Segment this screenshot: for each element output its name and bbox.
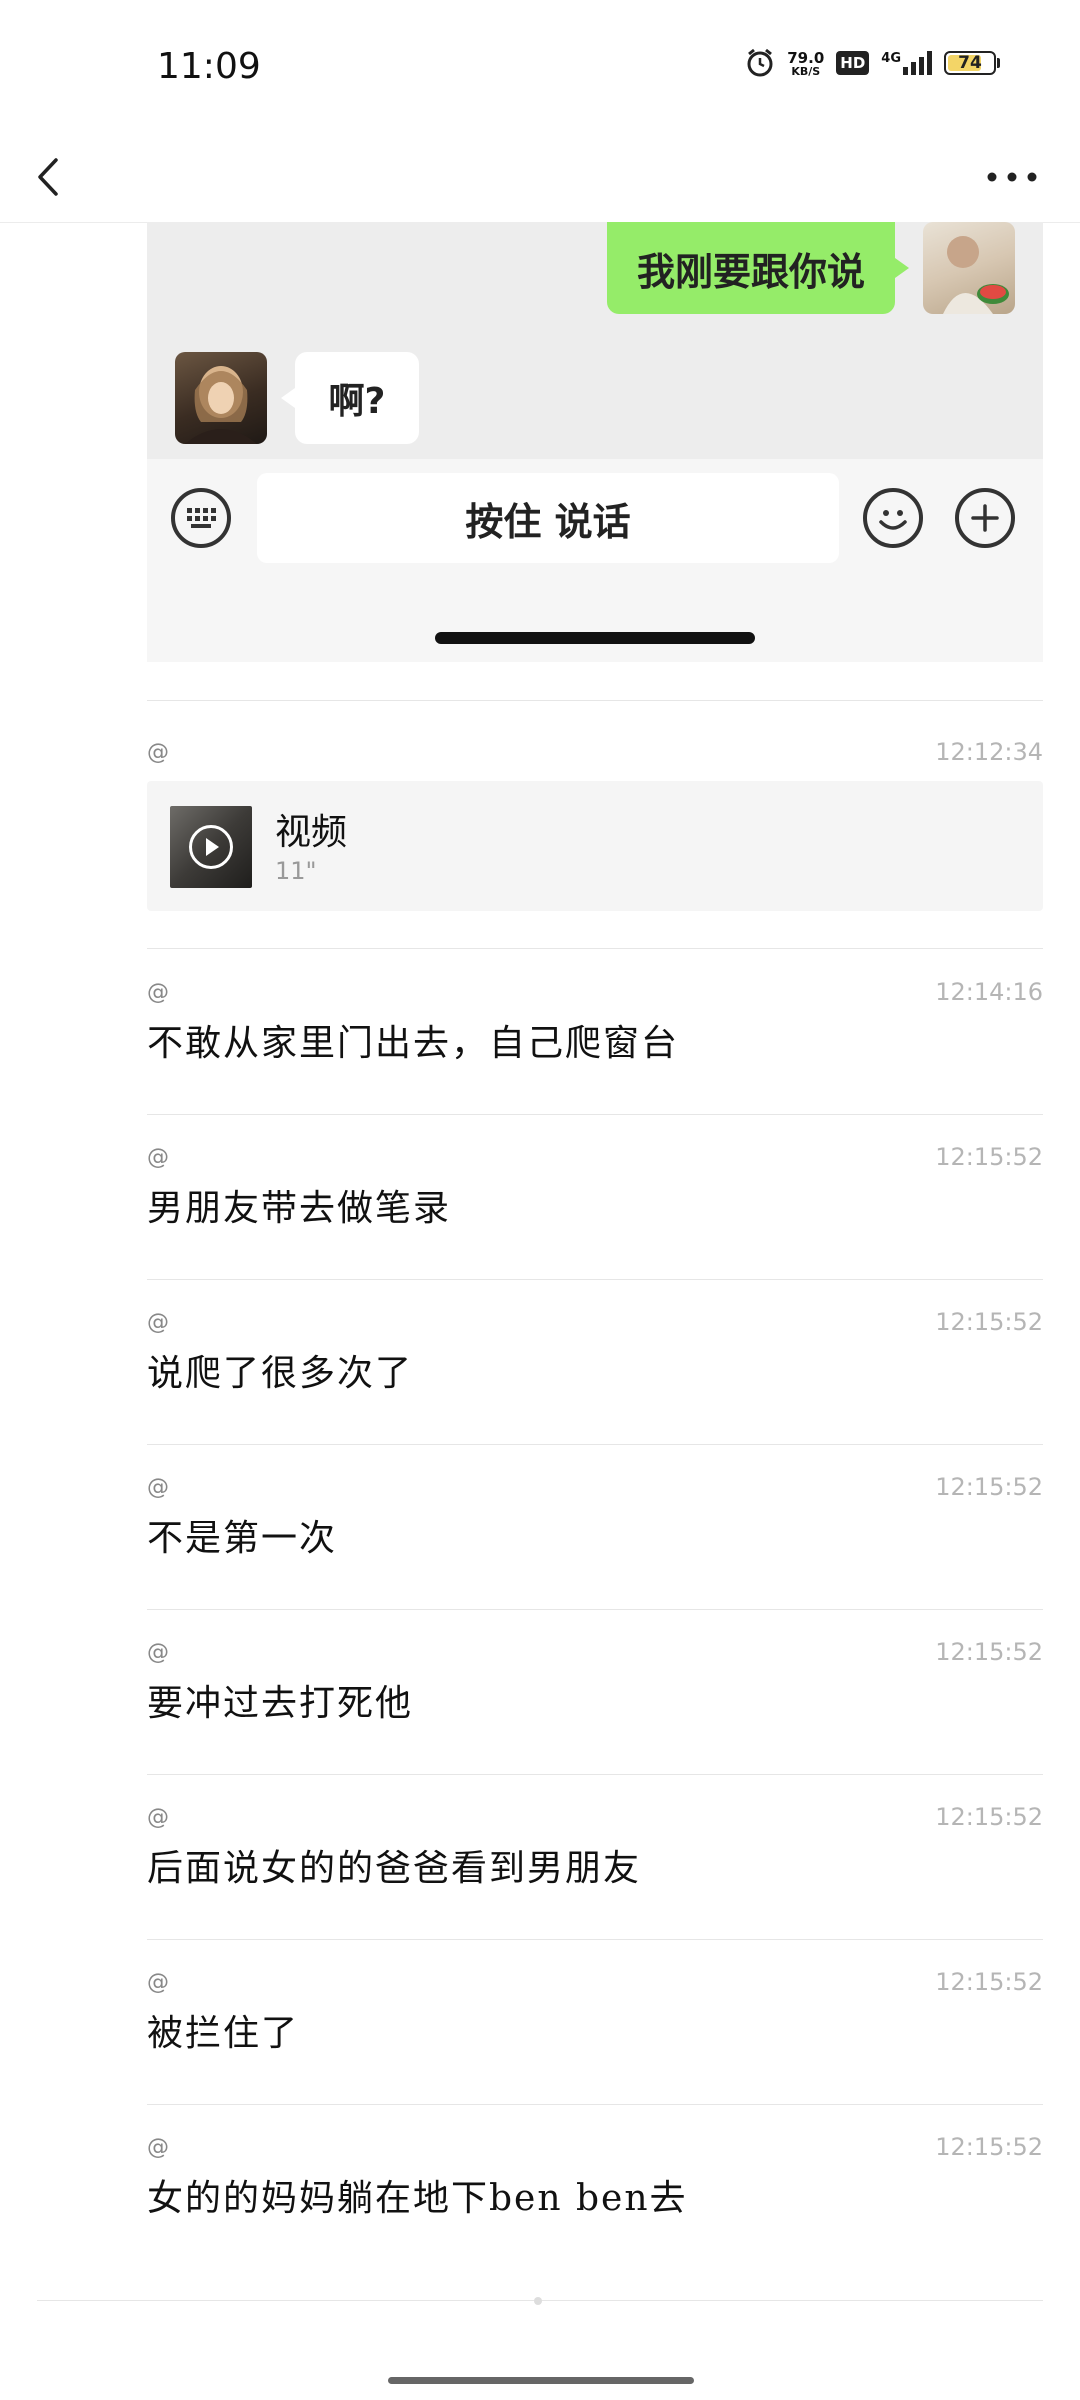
message-text: 不是第一次 [147,1518,338,1559]
chat-bubble-left: 啊? [281,352,419,444]
message-text: 说爬了很多次了 [147,1353,414,1394]
chevron-left-icon [38,158,58,196]
status-icons: 79.0 KB/S HD 4G 74 [745,48,1000,78]
plus-icon [971,504,999,532]
at-mention: @ [147,1970,169,1995]
message-entry: @ 12:15:52 后面说女的的爸爸看到男朋友 [147,1775,1043,1940]
timestamp: 12:15:52 [935,1968,1043,1996]
avatar-left [175,352,267,444]
message-entry: @ 12:15:52 要冲过去打死他 [147,1610,1043,1775]
message-entry: @ 12:15:52 男朋友带去做笔录 [147,1115,1043,1280]
message-entry: @ 12:15:52 被拦住了 [147,1940,1043,2105]
at-mention: @ [147,1805,169,1830]
message-entry: @ 12:15:52 说爬了很多次了 [147,1280,1043,1445]
message-entry: @ 12:15:52 不是第一次 [147,1445,1043,1610]
at-mention: @ [147,740,169,765]
at-mention: @ [147,1475,169,1500]
embedded-chat-screenshot: 我刚要跟你说 啊? 按住 说话 [147,222,1043,662]
network-speed: 79.0 KB/S [787,50,824,77]
video-duration: 11" [275,857,317,885]
at-mention: @ [147,1310,169,1335]
signal-label: 4G [881,51,901,66]
keyboard-button [171,488,231,548]
hd-badge: HD [836,51,870,75]
message-entry: @ 12:14:16 不敢从家里门出去，自己爬窗台 [147,950,1043,1115]
timestamp: 12:15:52 [935,2133,1043,2161]
message-text: 不敢从家里门出去，自己爬窗台 [147,1023,680,1064]
timestamp: 12:15:52 [935,1473,1043,1501]
play-icon [189,825,233,869]
home-indicator[interactable] [388,2377,694,2384]
network-speed-unit: KB/S [791,64,821,78]
timestamp: 12:15:52 [935,1143,1043,1171]
chat-bubble-right: 我刚要跟你说 [606,222,910,314]
message-text: 被拦住了 [147,2013,300,2054]
video-thumbnail [170,806,252,888]
message-text: 女的的妈妈躺在地下ben ben去 [147,2178,688,2219]
emoji-button [863,488,923,548]
more-button[interactable] [982,152,1042,202]
at-mention: @ [147,1145,169,1170]
at-mention: @ [147,980,169,1005]
embedded-home-indicator [435,632,755,644]
status-time: 11:09 [157,46,261,87]
bottom-divider-dot [534,2297,542,2305]
smiley-icon [879,510,907,530]
timestamp: 12:15:52 [935,1638,1043,1666]
more-dots-icon [987,172,1037,182]
battery-icon: 74 [944,51,1000,75]
divider [147,700,1043,701]
message-text: 要冲过去打死他 [147,1683,414,1724]
timestamp: 12:15:52 [935,1308,1043,1336]
back-button[interactable] [28,144,68,204]
video-card[interactable]: 视频 11" [147,781,1043,911]
signal-icon [903,51,932,75]
timestamp: 12:12:34 [935,738,1043,766]
network-speed-value: 79.0 [787,48,825,67]
video-label: 视频 [275,812,348,853]
avatar-right [923,222,1015,314]
at-mention: @ [147,1640,169,1665]
nav-bar [0,130,1080,223]
at-mention: @ [147,2135,169,2160]
video-entry-header: @ 12:12:34 [147,710,1043,780]
hold-to-talk-button: 按住 说话 [257,473,839,563]
message-text: 后面说女的的爸爸看到男朋友 [147,1848,642,1889]
message-entry: @ 12:15:52 女的的妈妈躺在地下ben ben去 [147,2105,1043,2270]
divider [147,948,1043,949]
battery-level: 74 [958,53,982,73]
alarm-icon [747,48,773,77]
timestamp: 12:15:52 [935,1803,1043,1831]
message-text: 男朋友带去做笔录 [147,1188,452,1229]
timestamp: 12:14:16 [935,978,1043,1006]
signal-group: 4G [881,51,932,75]
plus-button [955,488,1015,548]
keyboard-icon [187,508,216,528]
status-bar: 11:09 79.0 KB/S HD 4G 74 [0,0,1080,130]
chat-input-bar: 按住 说话 [147,459,1043,662]
